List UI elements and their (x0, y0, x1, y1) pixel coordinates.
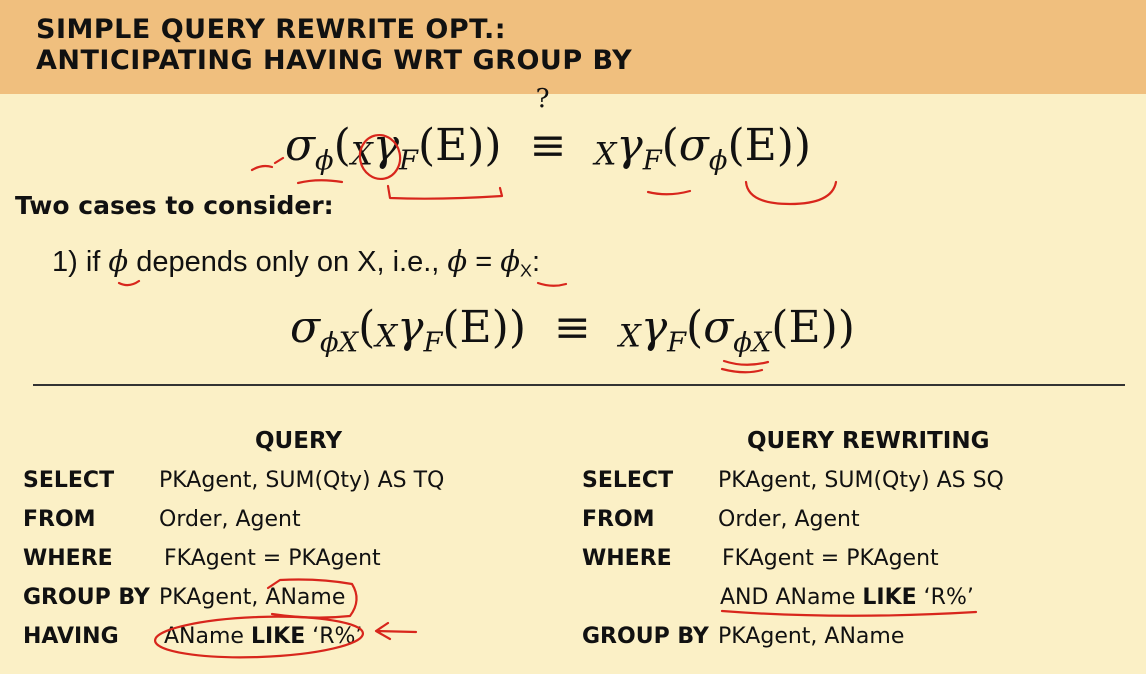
annotation-rhs-sigma-bracket (744, 180, 838, 206)
rewrite-groupby-keyword: GROUP BY (582, 624, 709, 649)
query-where-value: FKAgent = PKAgent (164, 546, 381, 571)
formula-equivalence: σϕX(XγF(E)) ≡ XγF(σϕX(E)) (290, 302, 855, 359)
rewrite-select-keyword: SELECT (582, 468, 674, 493)
case-one-text: 1) if ϕ depends only on X, i.e., ϕ = ϕX: (52, 244, 541, 281)
query-groupby-keyword: GROUP BY (23, 585, 150, 610)
equivalence-question-mark: ? (535, 84, 550, 114)
query-having-value: AName LIKE ‘R%’ (164, 624, 363, 649)
annotation-case-phix-underline (536, 281, 568, 287)
rewrite-from-value: Order, Agent (718, 507, 860, 532)
annotation-formula2-phix-underline (720, 359, 770, 374)
formula-question: σϕ(XγF(E)) ? ≡ XγF(σϕ(E)) (285, 84, 812, 177)
annotation-having-arrow (374, 621, 418, 641)
query-select-keyword: SELECT (23, 468, 115, 493)
rewrite-from-keyword: FROM (582, 507, 655, 532)
annotation-and-underline (720, 609, 978, 617)
rewrite-and-condition: AND AName LIKE ‘R%’ (720, 585, 974, 610)
query-select-value: PKAgent, SUM(Qty) AS TQ (159, 468, 445, 493)
query-groupby-value: PKAgent, AName (159, 585, 346, 610)
slide-header: SIMPLE QUERY REWRITE OPT.: ANTICIPATING … (0, 0, 1146, 94)
rewrite-heading: QUERY REWRITING (747, 428, 990, 454)
query-having-keyword: HAVING (23, 624, 119, 649)
annotation-left-arrow-mark (250, 156, 285, 172)
query-from-value: Order, Agent (159, 507, 301, 532)
cases-heading: Two cases to consider: (15, 191, 334, 220)
query-from-keyword: FROM (23, 507, 96, 532)
rewrite-where-value: FKAgent = PKAgent (722, 546, 939, 571)
slide-title-line2: ANTICIPATING HAVING WRT GROUP BY (36, 45, 633, 76)
section-divider (33, 384, 1125, 386)
rewrite-groupby-value: PKAgent, AName (718, 624, 905, 649)
annotation-phi-underline (296, 179, 344, 185)
rewrite-select-value: PKAgent, SUM(Qty) AS SQ (718, 468, 1004, 493)
annotation-rhs-gamma-underline (646, 189, 692, 196)
query-heading: QUERY (255, 428, 343, 454)
annotation-gamma-bracket (386, 184, 504, 200)
annotation-case-phi-underline (117, 279, 141, 287)
slide-title-line1: SIMPLE QUERY REWRITE OPT.: (36, 14, 507, 45)
query-where-keyword: WHERE (23, 546, 113, 571)
rewrite-where-keyword: WHERE (582, 546, 672, 571)
